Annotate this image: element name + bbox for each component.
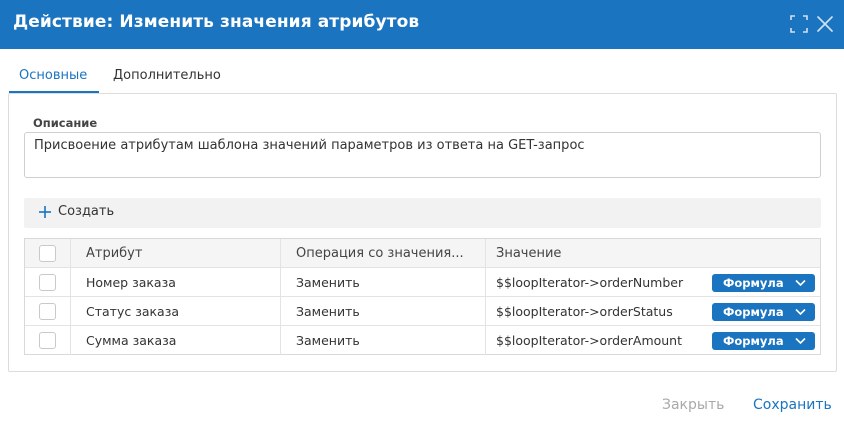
chevron-down-icon [795,279,806,287]
operation-cell: Заменить [281,297,486,325]
column-header-attribute[interactable]: Атрибут [71,239,281,267]
tab-main[interactable]: Основные [9,62,99,93]
value-text: $$loopIterator->orderStatus [496,303,673,319]
formula-label: Формула [723,305,784,319]
row-checkbox[interactable] [39,302,56,320]
row-checkbox[interactable] [39,273,56,291]
tab-additional[interactable]: Дополнительно [103,62,231,93]
dialog: Действие: Изменить значения атрибутов Ос… [0,0,844,426]
attributes-table: Атрибут Операция со значения... Значение… [24,238,821,355]
attribute-cell: Номер заказа [71,268,281,296]
formula-label: Формула [723,276,784,290]
formula-dropdown[interactable]: Формула [712,332,815,350]
header-checkbox-cell [25,239,71,267]
row-checkbox-cell [25,326,71,355]
operation-cell: Заменить [281,268,486,296]
value-text: $$loopIterator->orderNumber [496,274,684,290]
create-button[interactable]: Создать [38,204,114,219]
formula-label: Формула [723,334,784,348]
row-checkbox-cell [25,268,71,296]
maximize-icon[interactable] [789,14,809,34]
dialog-title: Действие: Изменить значения атрибутов [13,12,420,32]
close-button[interactable]: Закрыть [662,397,724,413]
chevron-down-icon [795,308,806,316]
save-button[interactable]: Сохранить [753,397,832,413]
value-text: $$loopIterator->orderAmount [496,333,683,348]
operation-cell: Заменить [281,326,486,355]
value-cell: $$loopIterator->orderAmount Формула [486,326,820,355]
grid-toolbar: Создать [24,198,821,228]
value-cell: $$loopIterator->orderStatus Формула [486,297,820,325]
table-row[interactable]: Сумма заказа Заменить $$loopIterator->or… [25,326,820,355]
value-cell: $$loopIterator->orderNumber Формула [486,268,820,296]
plus-icon [39,205,51,218]
table-row[interactable]: Номер заказа Заменить $$loopIterator->or… [25,268,820,297]
row-checkbox[interactable] [39,332,56,349]
formula-dropdown[interactable]: Формула [712,303,815,321]
description-field[interactable]: Присвоение атрибутам шаблона значений па… [24,132,821,178]
attribute-cell: Статус заказа [71,297,281,325]
table-row[interactable]: Статус заказа Заменить $$loopIterator->o… [25,297,820,326]
table-header: Атрибут Операция со значения... Значение [25,239,820,268]
column-header-value[interactable]: Значение [486,239,820,267]
attribute-cell: Сумма заказа [71,326,281,355]
description-label: Описание [33,116,98,130]
formula-dropdown[interactable]: Формула [712,274,815,292]
create-button-label: Создать [58,204,115,219]
dialog-titlebar: Действие: Изменить значения атрибутов [0,0,844,49]
close-icon[interactable] [815,14,835,34]
select-all-checkbox[interactable] [39,244,56,262]
row-checkbox-cell [25,297,71,325]
chevron-down-icon [795,337,806,345]
column-header-operation[interactable]: Операция со значения... [281,239,486,267]
